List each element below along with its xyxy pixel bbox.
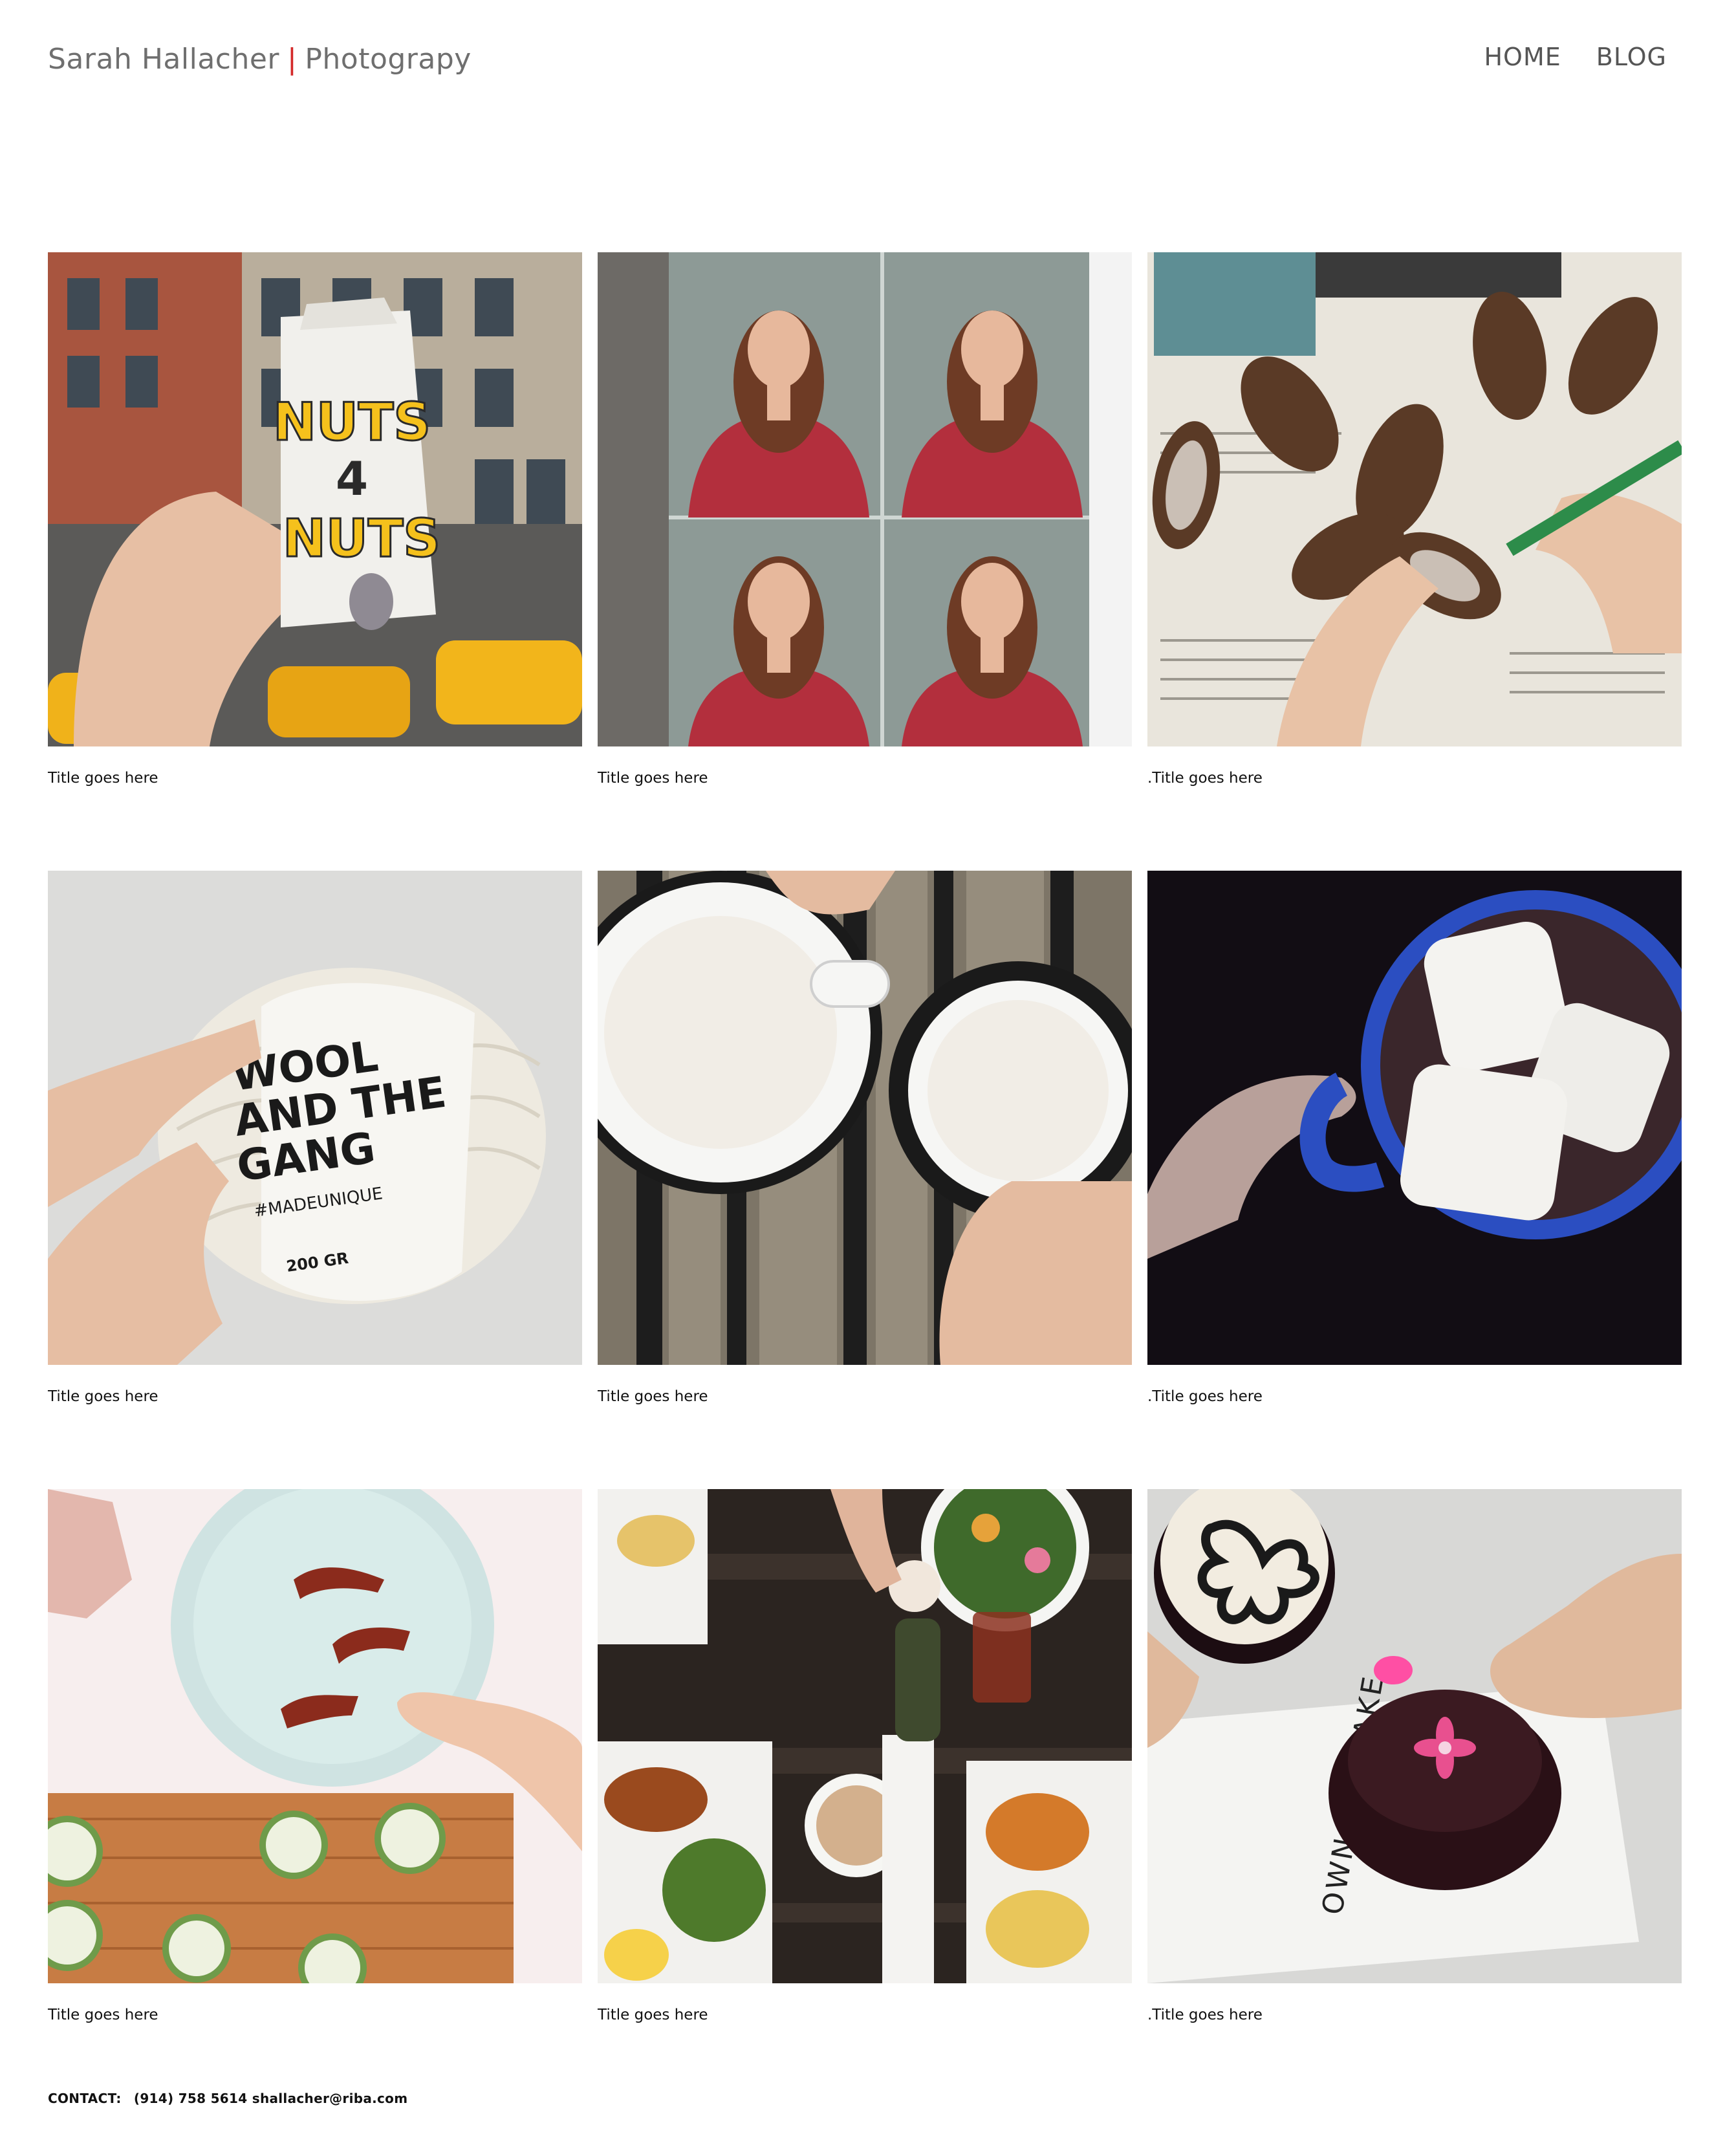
- nav-home-link[interactable]: HOME: [1484, 43, 1561, 71]
- photo-caption[interactable]: .Title goes here: [1147, 2007, 1263, 2023]
- contact-email[interactable]: shallacher@riba.com: [252, 2091, 408, 2106]
- nuts-label-line1: NUTS: [273, 392, 431, 452]
- photo-caption[interactable]: Title goes here: [598, 1388, 708, 1405]
- photo-nuts-4-nuts[interactable]: NUTS 4 NUTS: [48, 252, 582, 746]
- photo-wool-yarn[interactable]: WOOL AND THE GANG #MADEUNIQUE 200 GR: [48, 871, 582, 1365]
- gallery-item[interactable]: Title goes here: [48, 1489, 582, 2107]
- photo-brunch-table[interactable]: [598, 1489, 1132, 1983]
- photo-two-coffee-cups[interactable]: [598, 871, 1132, 1365]
- photo-bacon-zucchini[interactable]: [48, 1489, 582, 1983]
- photo-caption[interactable]: Title goes here: [598, 2007, 708, 2023]
- photo-gallery-grid: NUTS 4 NUTS Title goes here Title goes h…: [48, 252, 1682, 2107]
- nuts-label-line3: NUTS: [283, 508, 440, 569]
- gallery-item[interactable]: Title goes here: [598, 1489, 1132, 2107]
- gallery-item[interactable]: NUTS 4 NUTS Title goes here: [48, 252, 582, 871]
- brand-separator: |: [287, 43, 298, 76]
- site-brand[interactable]: Sarah Hallacher | Photograpy: [48, 43, 472, 76]
- photo-caption[interactable]: Title goes here: [48, 770, 158, 787]
- site-header: Sarah Hallacher | Photograpy HOME BLOG: [0, 0, 1725, 116]
- nuts-label-line2: 4: [336, 452, 368, 506]
- photo-caption[interactable]: Title goes here: [48, 2007, 158, 2023]
- photo-four-portraits[interactable]: [598, 252, 1132, 746]
- photo-caption[interactable]: Title goes here: [598, 770, 708, 787]
- photo-caption[interactable]: Title goes here: [48, 1388, 158, 1405]
- contact-label: CONTACT:: [48, 2091, 122, 2106]
- gallery-item[interactable]: .Title goes here: [1147, 252, 1682, 871]
- nav-blog-link[interactable]: BLOG: [1596, 43, 1667, 71]
- gallery-item[interactable]: Title goes here: [598, 871, 1132, 1489]
- gallery-item[interactable]: OWN CUPCAKE .Title goes here: [1147, 1489, 1682, 2107]
- photo-pinecones[interactable]: [1147, 252, 1682, 746]
- photo-cupcakes[interactable]: OWN CUPCAKE: [1147, 1489, 1682, 1983]
- site-tagline: Photograpy: [305, 43, 472, 76]
- gallery-item[interactable]: Title goes here: [598, 252, 1132, 871]
- site-owner-name: Sarah Hallacher: [48, 43, 280, 76]
- photo-caption[interactable]: .Title goes here: [1147, 1388, 1263, 1405]
- gallery-item[interactable]: .Title goes here: [1147, 871, 1682, 1489]
- gallery-item[interactable]: WOOL AND THE GANG #MADEUNIQUE 200 GR Tit…: [48, 871, 582, 1489]
- photo-hot-chocolate[interactable]: [1147, 871, 1682, 1365]
- site-footer: CONTACT: (914) 758 5614 shallacher@riba.…: [48, 2091, 407, 2106]
- main-nav: HOME BLOG: [1484, 43, 1667, 71]
- contact-phone[interactable]: (914) 758 5614: [134, 2091, 248, 2106]
- photo-caption[interactable]: .Title goes here: [1147, 770, 1263, 787]
